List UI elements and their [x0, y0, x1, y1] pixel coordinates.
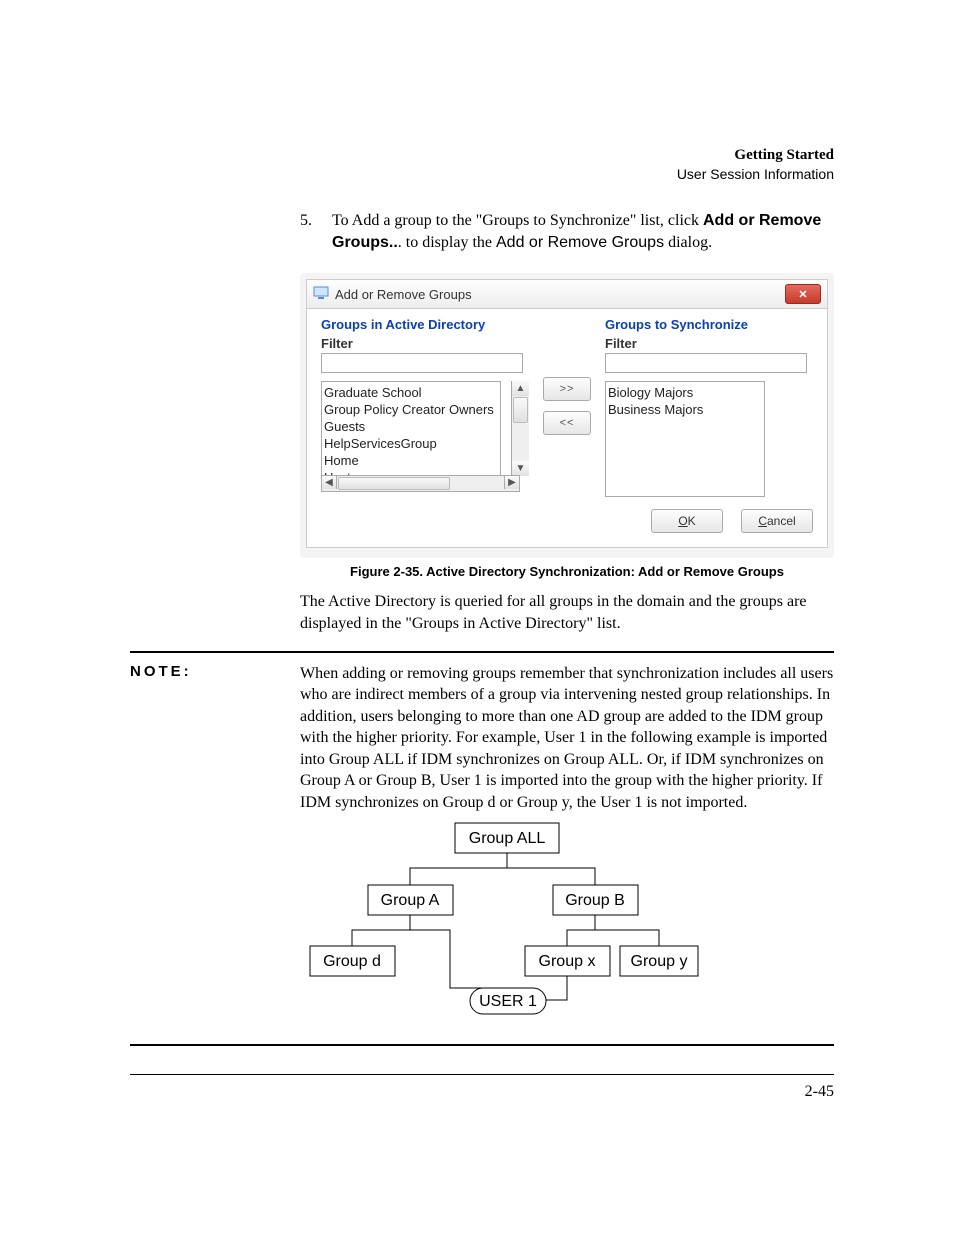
vertical-scrollbar[interactable]: ▲ ▼	[511, 381, 529, 476]
figure-caption: Figure 2-35. Active Directory Synchroniz…	[300, 564, 834, 579]
svg-text:Group x: Group x	[539, 953, 596, 970]
left-filter-input[interactable]	[321, 353, 523, 373]
list-item[interactable]: Biology Majors	[608, 384, 762, 401]
step-text: To Add a group to the "Groups to Synchro…	[332, 210, 834, 253]
step-number: 5.	[300, 210, 312, 253]
ok-button[interactable]: OK	[651, 509, 723, 533]
step-5: 5. To Add a group to the "Groups to Sync…	[300, 210, 834, 253]
paragraph: The Active Directory is queried for all …	[300, 591, 834, 634]
left-pane-heading: Groups in Active Directory	[321, 317, 529, 332]
list-item[interactable]: Business Majors	[608, 401, 762, 418]
group-tree-diagram: Group ALL Group A Group B Group d Group …	[300, 818, 700, 1018]
dialog-screenshot: Add or Remove Groups ✕ Groups in Active …	[300, 273, 834, 558]
footer-rule	[130, 1074, 834, 1075]
right-filter-input[interactable]	[605, 353, 807, 373]
list-item[interactable]: Graduate School	[324, 384, 498, 401]
left-filter-label: Filter	[321, 336, 529, 351]
note-body: When adding or removing groups remember …	[300, 663, 834, 814]
page-number: 2-45	[130, 1083, 834, 1101]
move-right-button[interactable]: >>	[543, 377, 591, 401]
move-left-button[interactable]: <<	[543, 411, 591, 435]
svg-text:Group B: Group B	[565, 892, 625, 909]
horizontal-scrollbar[interactable]: ◀ ▶	[321, 475, 520, 492]
header-subtitle: User Session Information	[130, 165, 834, 184]
note-content: When adding or removing groups remember …	[300, 663, 834, 1028]
hscroll-thumb[interactable]	[338, 477, 450, 490]
right-filter-label: Filter	[605, 336, 813, 351]
dialog-titlebar: Add or Remove Groups ✕	[307, 280, 827, 309]
list-item[interactable]: Home	[324, 452, 498, 469]
svg-text:Group y: Group y	[631, 953, 688, 970]
scroll-thumb[interactable]	[513, 397, 528, 423]
cancel-button[interactable]: Cancel	[741, 509, 813, 533]
svg-text:USER 1: USER 1	[479, 993, 537, 1010]
page-header: Getting Started User Session Information	[130, 145, 834, 184]
scroll-left-icon[interactable]: ◀	[322, 476, 337, 489]
scroll-right-icon[interactable]: ▶	[504, 476, 519, 489]
svg-text:Group d: Group d	[323, 953, 381, 970]
list-item[interactable]: Guests	[324, 418, 498, 435]
left-listbox[interactable]: Graduate School Group Policy Creator Own…	[321, 381, 501, 476]
scroll-down-icon[interactable]: ▼	[512, 461, 529, 476]
note-block: NOTE: When adding or removing groups rem…	[130, 651, 834, 1046]
list-item[interactable]: Group Policy Creator Owners	[324, 401, 498, 418]
close-button[interactable]: ✕	[785, 284, 821, 304]
svg-text:Group ALL: Group ALL	[469, 830, 546, 847]
monitor-icon	[313, 286, 329, 303]
list-item[interactable]: HelpServicesGroup	[324, 435, 498, 452]
scroll-up-icon[interactable]: ▲	[512, 381, 529, 396]
svg-text:Group A: Group A	[381, 892, 440, 909]
note-label: NOTE:	[130, 663, 300, 1028]
right-listbox[interactable]: Biology Majors Business Majors	[605, 381, 765, 497]
header-title: Getting Started	[130, 145, 834, 165]
right-pane-heading: Groups to Synchronize	[605, 317, 813, 332]
dialog-title: Add or Remove Groups	[335, 287, 779, 302]
